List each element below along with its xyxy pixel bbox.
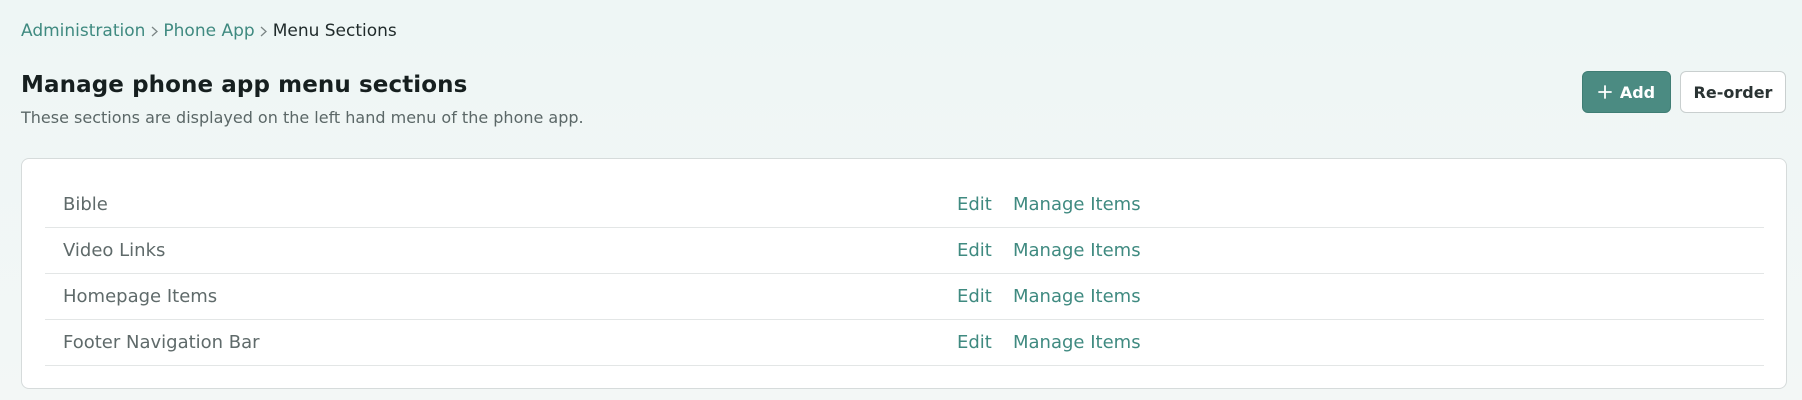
sections-card: Bible Edit Manage Items Video Links Edit… bbox=[21, 158, 1787, 389]
edit-link[interactable]: Edit bbox=[957, 240, 992, 261]
manage-items-link[interactable]: Manage Items bbox=[1013, 194, 1141, 215]
edit-link[interactable]: Edit bbox=[957, 332, 992, 353]
header-actions: Add Re-order bbox=[1582, 71, 1786, 113]
breadcrumb-menu-sections: Menu Sections bbox=[272, 21, 397, 41]
section-name: Bible bbox=[63, 194, 108, 215]
add-button[interactable]: Add bbox=[1582, 71, 1671, 113]
manage-items-link[interactable]: Manage Items bbox=[1013, 240, 1141, 261]
list-item: Bible Edit Manage Items bbox=[45, 182, 1764, 228]
plus-icon bbox=[1597, 85, 1612, 99]
chevron-right-icon bbox=[147, 20, 161, 42]
page-subtitle: These sections are displayed on the left… bbox=[21, 108, 584, 127]
section-name: Video Links bbox=[63, 240, 166, 261]
add-button-label: Add bbox=[1619, 82, 1656, 102]
manage-items-link[interactable]: Manage Items bbox=[1013, 286, 1141, 307]
reorder-button[interactable]: Re-order bbox=[1680, 71, 1786, 113]
edit-link[interactable]: Edit bbox=[957, 286, 992, 307]
page-title: Manage phone app menu sections bbox=[21, 72, 468, 98]
section-name: Footer Navigation Bar bbox=[63, 332, 260, 353]
breadcrumb: Administration Phone App Menu Sections bbox=[21, 20, 397, 42]
list-item: Homepage Items Edit Manage Items bbox=[45, 274, 1764, 320]
list-item: Video Links Edit Manage Items bbox=[45, 228, 1764, 274]
sections-list: Bible Edit Manage Items Video Links Edit… bbox=[45, 182, 1764, 366]
breadcrumb-phone-app[interactable]: Phone App bbox=[163, 20, 254, 42]
chevron-right-icon bbox=[257, 20, 271, 42]
section-name: Homepage Items bbox=[63, 286, 218, 307]
breadcrumb-administration[interactable]: Administration bbox=[21, 20, 145, 42]
manage-items-link[interactable]: Manage Items bbox=[1013, 332, 1141, 353]
edit-link[interactable]: Edit bbox=[957, 194, 992, 215]
list-item: Footer Navigation Bar Edit Manage Items bbox=[45, 320, 1764, 366]
